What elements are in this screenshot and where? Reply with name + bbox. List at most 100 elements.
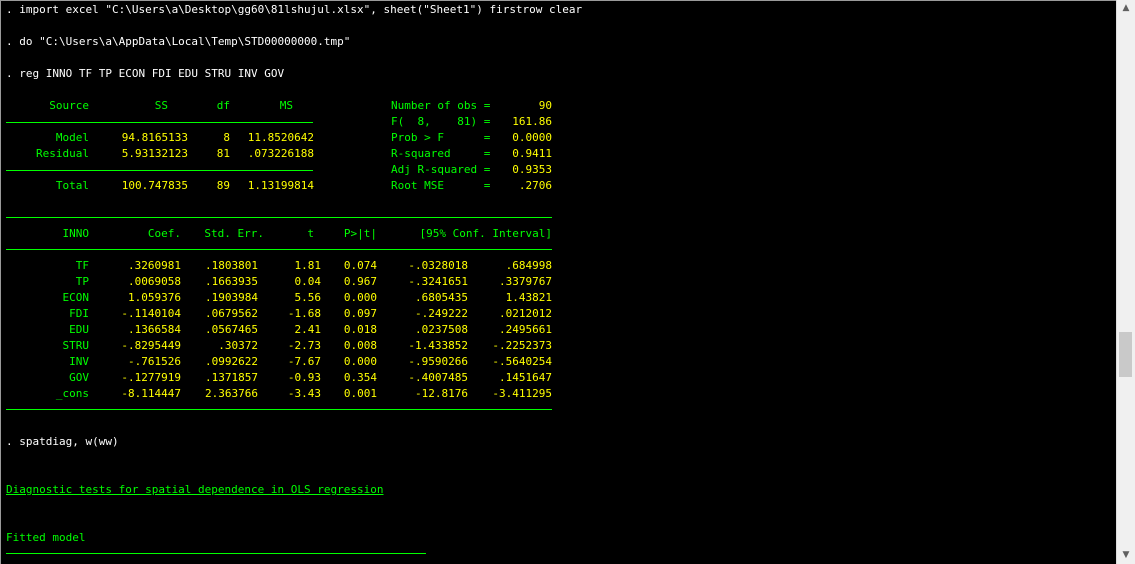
coef-row-t: 5.56 — [294, 291, 322, 304]
coef-row-ci-low: -.9590266 — [408, 355, 468, 368]
coef-row-se: .1371857 — [205, 371, 258, 384]
stat-label: Root MSE = — [391, 179, 491, 192]
coef-row-ci-low: -.0328018 — [408, 259, 468, 272]
coef-row-p: 0.967 — [343, 275, 377, 288]
coef-row-p: 0.074 — [343, 259, 377, 272]
coef-row-ci-high: .3379767 — [499, 275, 552, 288]
fitted-model-divider — [6, 553, 426, 554]
coef-row-ci-low: -.3241651 — [408, 275, 468, 288]
coef-row-t: -2.73 — [287, 339, 321, 352]
stat-label: Prob > F = — [391, 131, 491, 144]
coef-row-ci-high: -3.411295 — [492, 387, 552, 400]
coef-row-p: 0.000 — [343, 291, 377, 304]
coef-header-t: t — [307, 227, 314, 240]
anova-total-ss: 100.747835 — [121, 179, 188, 192]
coef-row-coef: .0069058 — [128, 275, 181, 288]
coef-row-var: TP — [75, 275, 89, 288]
coef-row-ci-high: .0212012 — [499, 307, 552, 320]
results-console: . import excel "C:\Users\a\Desktop\gg60\… — [0, 0, 1116, 564]
stat-label: Number of obs = — [391, 99, 491, 112]
anova-row-source: Residual — [36, 147, 89, 160]
coef-row-coef: -.761526 — [128, 355, 181, 368]
coef-row-var: EDU — [69, 323, 89, 336]
coef-row-ci-low: -12.8176 — [415, 387, 468, 400]
do-command: . do "C:\Users\a\AppData\Local\Temp\STD0… — [6, 35, 351, 48]
coef-row-p: 0.001 — [343, 387, 377, 400]
coef-header-var: INNO — [62, 227, 90, 240]
fitted-model-heading: Fitted model — [6, 531, 86, 544]
stat-value: .2706 — [518, 179, 552, 192]
coef-row-ci-high: .1451647 — [499, 371, 552, 384]
coef-row-p: 0.000 — [343, 355, 377, 368]
stat-label: Adj R-squared = — [391, 163, 491, 176]
anova-header-df: df — [216, 99, 230, 112]
coef-row-var: _cons — [55, 387, 89, 400]
diagnostic-title-link[interactable]: Diagnostic tests for spatial dependence … — [6, 482, 384, 498]
coef-header-se: Std. Err. — [204, 227, 264, 240]
anova-divider-top — [6, 122, 313, 123]
anova-row-ss: 94.8165133 — [121, 131, 188, 144]
coef-divider-bottom — [6, 409, 552, 410]
coef-row-var: INV — [69, 355, 89, 368]
import-command: . import excel "C:\Users\a\Desktop\gg60\… — [6, 3, 583, 16]
coef-header-ci: [95% Conf. Interval] — [419, 227, 552, 240]
coef-row-ci-low: -.249222 — [415, 307, 468, 320]
stat-label: F( 8, 81) = — [391, 115, 491, 128]
coef-row-ci-low: .0237508 — [415, 323, 468, 336]
coef-row-ci-high: .2495661 — [499, 323, 552, 336]
coef-row-se: .0567465 — [205, 323, 258, 336]
anova-row-ms: 11.8520642 — [247, 131, 314, 144]
spatdiag-command: . spatdiag, w(ww) — [6, 435, 119, 448]
coef-row-p: 0.354 — [343, 371, 377, 384]
coef-row-se: .1903984 — [205, 291, 258, 304]
anova-row-df: 81 — [216, 147, 230, 160]
coef-row-se: .0992622 — [205, 355, 258, 368]
coef-row-var: ECON — [62, 291, 90, 304]
coef-row-p: 0.097 — [343, 307, 377, 320]
coef-row-var: GOV — [69, 371, 89, 384]
anova-row-ss: 5.93132123 — [121, 147, 188, 160]
coef-row-se: .1663935 — [205, 275, 258, 288]
coef-header-p: P>|t| — [343, 227, 377, 240]
vertical-scrollbar[interactable]: ▲ ▼ — [1116, 0, 1135, 564]
coef-row-t: 2.41 — [294, 323, 322, 336]
coef-row-se: 2.363766 — [205, 387, 258, 400]
anova-row-ms: .073226188 — [247, 147, 314, 160]
stat-value: 0.9353 — [512, 163, 552, 176]
coef-row-se: .30372 — [218, 339, 258, 352]
coef-row-coef: 1.059376 — [128, 291, 181, 304]
anova-total-df: 89 — [216, 179, 230, 192]
coef-row-ci-low: .6805435 — [415, 291, 468, 304]
reg-command: . reg INNO TF TP ECON FDI EDU STRU INV G… — [6, 67, 285, 80]
coef-row-ci-high: -.5640254 — [492, 355, 552, 368]
arrow-down-icon[interactable]: ▼ — [1117, 547, 1135, 564]
coef-row-coef: .1366584 — [128, 323, 181, 336]
anova-header-ms: MS — [279, 99, 293, 112]
coef-row-ci-high: -.2252373 — [492, 339, 552, 352]
anova-header-ss: SS — [154, 99, 168, 112]
coef-row-t: 1.81 — [294, 259, 322, 272]
anova-row-source: Model — [55, 131, 89, 144]
coef-row-ci-high: .684998 — [505, 259, 552, 272]
coef-header-coef: Coef. — [147, 227, 181, 240]
stat-value: 0.9411 — [512, 147, 552, 160]
stat-value: 90 — [538, 99, 552, 112]
coef-row-var: FDI — [69, 307, 89, 320]
anova-total-ms: 1.13199814 — [247, 179, 314, 192]
scrollbar-thumb[interactable] — [1119, 332, 1132, 377]
coef-row-var: TF — [75, 259, 89, 272]
coef-row-t: -1.68 — [287, 307, 321, 320]
coef-row-var: STRU — [62, 339, 90, 352]
coef-row-ci-high: 1.43821 — [505, 291, 552, 304]
coef-row-coef: -.8295449 — [121, 339, 181, 352]
coef-row-coef: -.1277919 — [121, 371, 181, 384]
coef-row-ci-low: -.4007485 — [408, 371, 468, 384]
arrow-up-icon[interactable]: ▲ — [1117, 0, 1135, 17]
coef-row-t: -7.67 — [287, 355, 321, 368]
coef-row-p: 0.018 — [343, 323, 377, 336]
coef-divider-mid — [6, 249, 552, 250]
coef-row-t: 0.04 — [294, 275, 322, 288]
coef-row-coef: -.1140104 — [121, 307, 181, 320]
coef-row-t: -0.93 — [287, 371, 321, 384]
coef-row-ci-low: -1.433852 — [408, 339, 468, 352]
